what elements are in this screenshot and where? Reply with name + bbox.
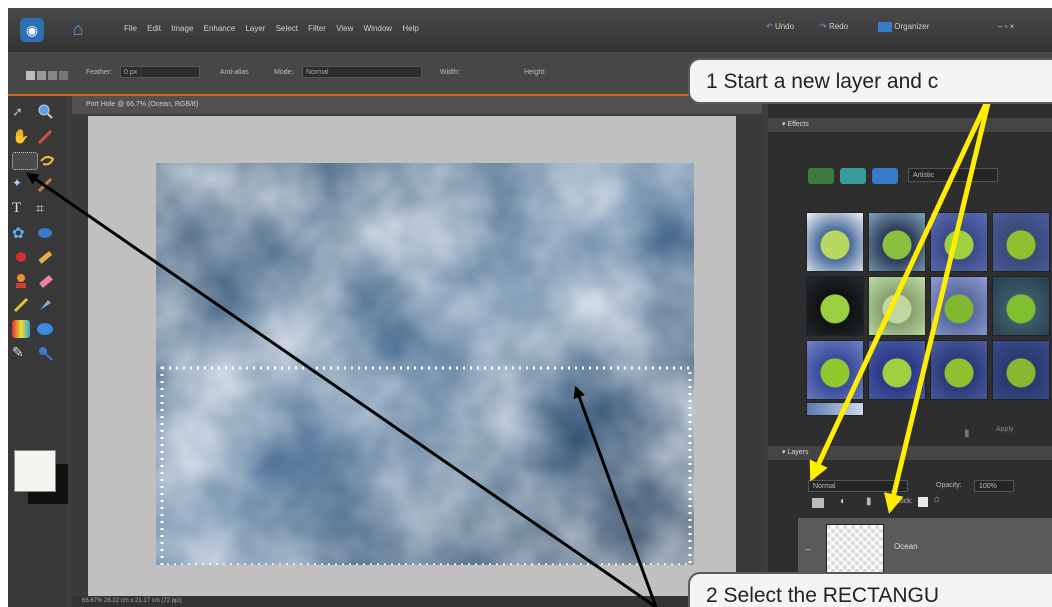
yellow-arrow-layer-row <box>884 94 993 514</box>
callout-step-1: 1 Start a new layer and c <box>688 58 1052 104</box>
yellow-arrow-new-layer <box>809 93 993 482</box>
black-arrow-selection <box>573 385 658 607</box>
callout-step-2: 2 Select the RECTANGU <box>688 572 1052 607</box>
screenshot-frame: ◉ ⌂ File Edit Image Enhance Layer Select… <box>0 0 1052 607</box>
black-arrow-marquee-tool <box>26 172 657 607</box>
